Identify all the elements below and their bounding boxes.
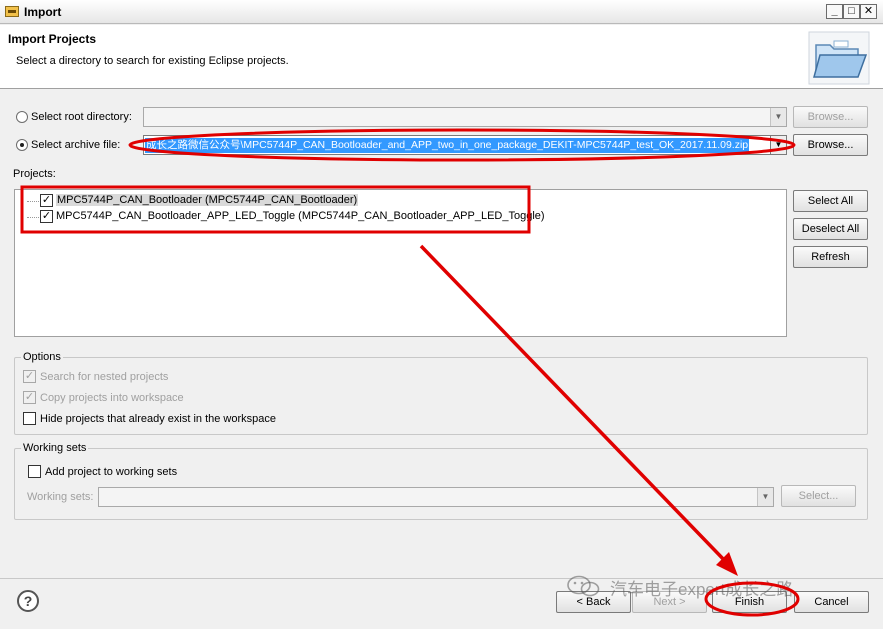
hide-existing-checkbox[interactable] bbox=[23, 412, 36, 425]
folder-import-icon bbox=[808, 31, 870, 85]
hide-existing-label: Hide projects that already exist in the … bbox=[40, 413, 277, 425]
archive-file-combo[interactable]: 成长之路微信公众号\MPC5744P_CAN_Bootloader_and_AP… bbox=[143, 135, 787, 155]
watermark: 汽车电子expert成长之路 bbox=[566, 574, 856, 600]
maximize-button[interactable]: □ bbox=[843, 4, 860, 19]
nested-projects-checkbox[interactable]: ✓ bbox=[23, 370, 36, 383]
app-icon bbox=[5, 6, 19, 17]
root-browse-button[interactable]: Browse... bbox=[793, 106, 868, 128]
root-directory-combo[interactable]: ▼ bbox=[143, 107, 787, 127]
annotation-arrow-head bbox=[716, 552, 738, 576]
help-icon[interactable]: ? bbox=[17, 590, 39, 612]
root-directory-label: Select root directory: bbox=[31, 111, 132, 123]
chevron-down-icon[interactable]: ▼ bbox=[757, 488, 773, 506]
working-sets-label: Working sets: bbox=[27, 491, 94, 503]
select-working-sets-button[interactable]: Select... bbox=[781, 485, 856, 507]
wizard-header: Import Projects Select a directory to se… bbox=[0, 25, 883, 89]
archive-browse-button[interactable]: Browse... bbox=[793, 134, 868, 156]
nested-projects-label: Search for nested projects bbox=[40, 371, 169, 383]
working-sets-combo[interactable]: ▼ bbox=[98, 487, 774, 507]
watermark-text: 汽车电子expert成长之路 bbox=[610, 580, 794, 599]
projects-tree[interactable]: ✓ MPC5744P_CAN_Bootloader (MPC5744P_CAN_… bbox=[14, 189, 787, 337]
tree-item[interactable]: ✓ MPC5744P_CAN_Bootloader (MPC5744P_CAN_… bbox=[15, 193, 715, 209]
window-title: Import bbox=[24, 5, 62, 19]
close-button[interactable]: ✕ bbox=[860, 4, 877, 19]
copy-projects-label: Copy projects into workspace bbox=[40, 392, 184, 404]
project-label: MPC5744P_CAN_Bootloader_APP_LED_Toggle (… bbox=[56, 210, 545, 222]
title-bar: Import _ □ ✕ bbox=[0, 0, 883, 24]
page-subtitle: Select a directory to search for existin… bbox=[16, 55, 289, 67]
refresh-button[interactable]: Refresh bbox=[793, 246, 868, 268]
chevron-down-icon[interactable]: ▼ bbox=[770, 108, 786, 126]
working-sets-group bbox=[14, 448, 868, 520]
projects-label: Projects: bbox=[13, 168, 56, 180]
tree-item[interactable]: ✓ MPC5744P_CAN_Bootloader_APP_LED_Toggle… bbox=[15, 209, 715, 225]
project-checkbox[interactable]: ✓ bbox=[40, 210, 53, 223]
root-directory-radio[interactable] bbox=[16, 111, 28, 123]
add-working-sets-label: Add project to working sets bbox=[45, 466, 178, 478]
options-title: Options bbox=[21, 351, 63, 363]
copy-projects-checkbox[interactable]: ✓ bbox=[23, 391, 36, 404]
archive-file-label: Select archive file: bbox=[31, 139, 121, 151]
wechat-logo-icon bbox=[567, 575, 600, 597]
page-title: Import Projects bbox=[8, 32, 97, 46]
chevron-down-icon[interactable]: ▼ bbox=[770, 135, 787, 155]
select-all-button[interactable]: Select All bbox=[793, 190, 868, 212]
project-checkbox[interactable]: ✓ bbox=[40, 194, 53, 207]
add-working-sets-checkbox[interactable] bbox=[28, 465, 41, 478]
deselect-all-button[interactable]: Deselect All bbox=[793, 218, 868, 240]
archive-file-value: 成长之路微信公众号\MPC5744P_CAN_Bootloader_and_AP… bbox=[145, 138, 750, 153]
archive-file-radio[interactable] bbox=[16, 139, 28, 151]
minimize-button[interactable]: _ bbox=[826, 4, 843, 19]
working-sets-title: Working sets bbox=[21, 442, 89, 454]
project-label: MPC5744P_CAN_Bootloader (MPC5744P_CAN_Bo… bbox=[56, 194, 359, 206]
